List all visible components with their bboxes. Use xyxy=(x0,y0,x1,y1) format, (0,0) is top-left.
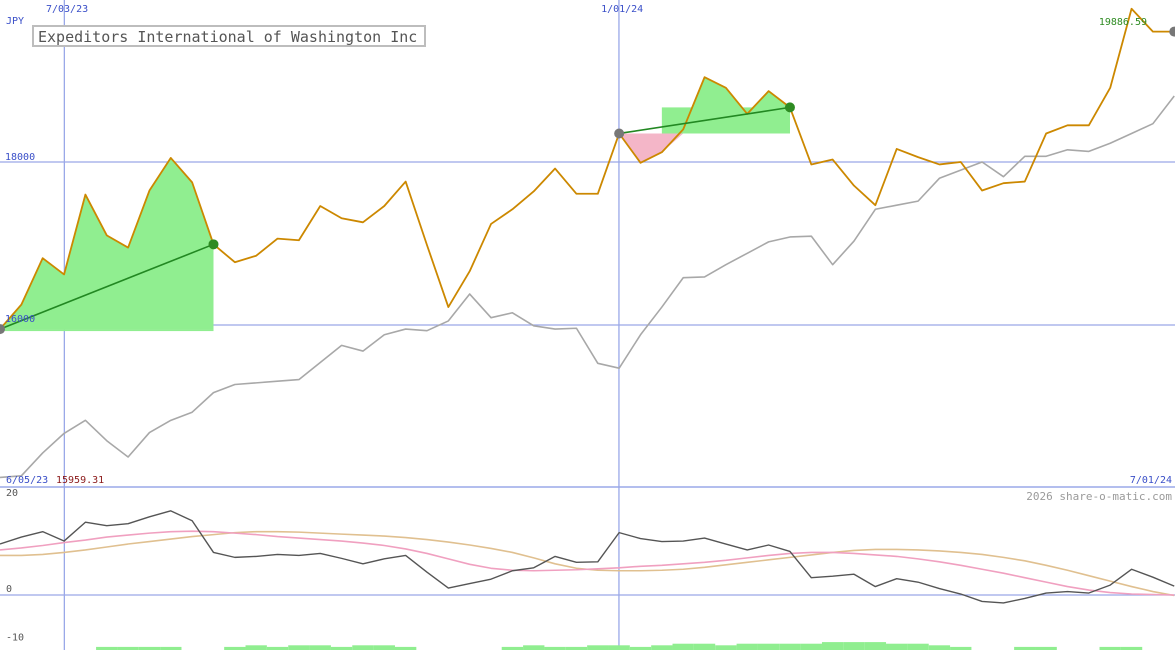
volume-bar-41 xyxy=(864,642,887,650)
last-value-label: 19886.59 xyxy=(1099,17,1147,28)
bottom-left-date: 6/05/23 xyxy=(6,475,48,486)
volume-bar-32 xyxy=(672,643,694,650)
volume-bar-39 xyxy=(821,642,844,650)
volume-bar-37 xyxy=(779,643,801,650)
chart-title: Expeditors International of Washington I… xyxy=(38,28,418,46)
oscillator-panel xyxy=(0,510,1175,650)
last-point-marker xyxy=(1169,26,1175,37)
chart-canvas: JPY 7/03/23 1/01/24 16000 18000 19886.59 6/05/… xyxy=(0,0,1175,650)
trend-end-marker-1 xyxy=(784,102,795,113)
volume-bar-35 xyxy=(736,643,758,650)
volume-bar-33 xyxy=(693,643,716,650)
trend-gain-block-1 xyxy=(661,107,790,134)
osc-pink-line xyxy=(0,530,1175,596)
top-date-label-7/03/23: 7/03/23 xyxy=(46,4,88,15)
volume-bar-43 xyxy=(907,643,929,650)
volume-bar-17 xyxy=(352,645,374,650)
trend-base-strip-0 xyxy=(0,329,214,332)
volume-bar-31 xyxy=(651,645,673,650)
volume-bar-38 xyxy=(800,643,822,650)
volume-bar-29 xyxy=(608,645,630,650)
top-date-label-1/01/24: 1/01/24 xyxy=(601,4,643,15)
volume-bar-28 xyxy=(587,645,609,650)
osc-y-tick-0: 0 xyxy=(6,584,12,595)
volume-bar-42 xyxy=(886,643,908,650)
volume-bar-12 xyxy=(245,645,267,650)
trend-loss-fill-1 xyxy=(619,133,790,163)
currency-label: JPY xyxy=(6,16,24,27)
volume-bar-36 xyxy=(757,643,780,650)
trend-gain-fill-0 xyxy=(0,157,214,330)
volume-bar-40 xyxy=(843,642,865,650)
volume-bar-18 xyxy=(373,645,395,650)
chart-title-box: Expeditors International of Washington I… xyxy=(32,25,426,47)
y-tick-18000: 18000 xyxy=(5,152,35,163)
volume-bar-14 xyxy=(288,645,310,650)
y-tick-16000: 16000 xyxy=(5,314,35,325)
bottom-right-date: 7/01/24 xyxy=(1130,475,1172,486)
volume-bar-44 xyxy=(928,645,951,650)
bottom-left-value: 15959.31 xyxy=(56,475,104,486)
osc-y-tick-20: 20 xyxy=(6,488,18,499)
volume-bar-34 xyxy=(715,645,737,650)
trend-start-marker-1 xyxy=(614,128,625,139)
osc-y-tick--10: -10 xyxy=(6,633,24,644)
credit-label: 2026 share-o-matic.com xyxy=(1026,490,1172,503)
osc-tan-line xyxy=(0,530,1175,597)
trend-end-marker-0 xyxy=(208,239,219,250)
volume-bar-25 xyxy=(523,645,545,650)
volume-bar-15 xyxy=(309,645,331,650)
